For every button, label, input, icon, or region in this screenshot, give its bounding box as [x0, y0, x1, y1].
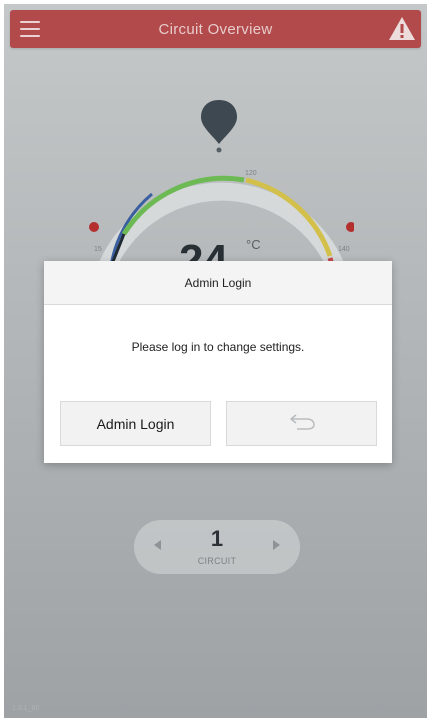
back-button[interactable] [226, 401, 377, 446]
location-pin-icon [199, 98, 239, 159]
next-circuit-arrow-icon[interactable] [273, 540, 280, 550]
gauge-right-dot [346, 222, 356, 232]
page-title: Circuit Overview [158, 20, 273, 38]
circuit-selector: 1 CIRCUIT [134, 520, 300, 574]
circuit-label: CIRCUIT [197, 556, 237, 566]
gauge-left-dot [89, 222, 99, 232]
temperature-unit: °C [246, 237, 261, 252]
admin-login-dialog: Admin Login Please log in to change sett… [44, 261, 392, 463]
tick-label-15: 15 [94, 246, 102, 253]
tick-label-140: 140 [338, 246, 350, 253]
admin-login-button[interactable]: Admin Login [60, 401, 211, 446]
dialog-message: Please log in to change settings. [131, 340, 305, 354]
warning-triangle-icon[interactable] [387, 14, 417, 44]
top-bar: Circuit Overview [10, 10, 421, 48]
dialog-title: Admin Login [44, 261, 392, 305]
version-label: 1.0.1_66 [12, 705, 40, 712]
tick-label-120: 120 [245, 170, 257, 177]
undo-arrow-icon [287, 411, 317, 436]
hamburger-menu-icon[interactable] [20, 21, 40, 37]
